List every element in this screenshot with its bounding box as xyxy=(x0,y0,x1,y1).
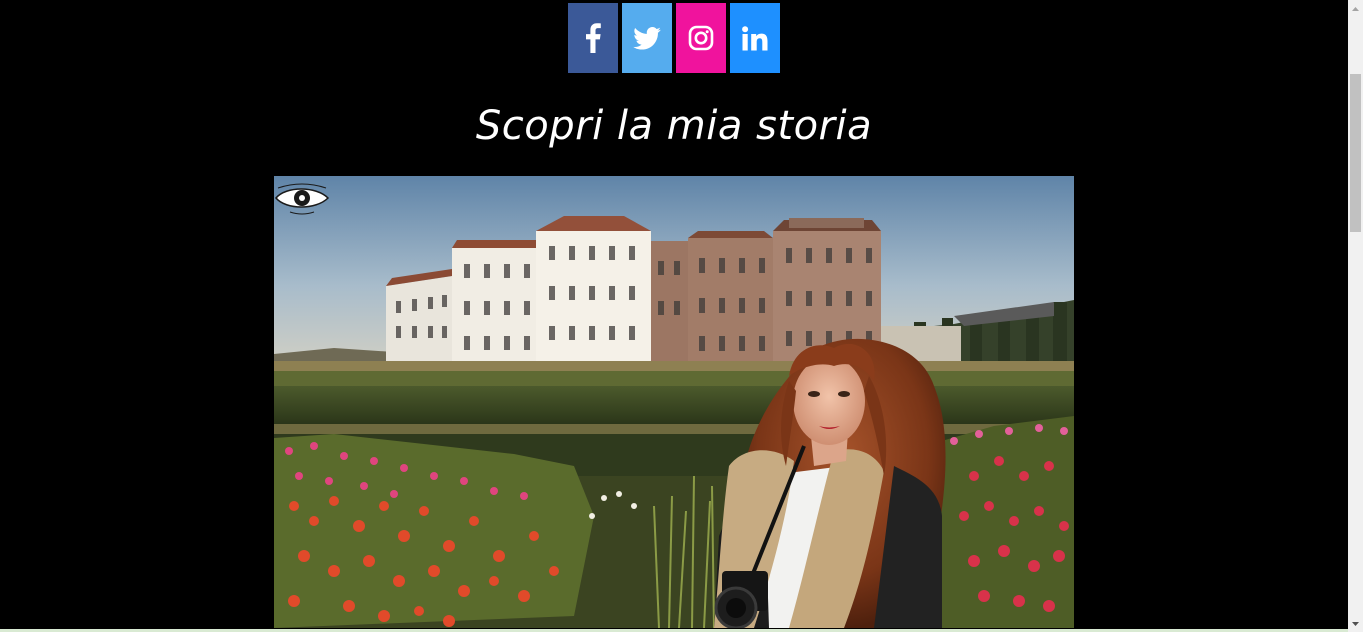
story-photo xyxy=(274,176,1074,628)
section-title: Scopri la mia storia xyxy=(475,103,873,149)
facebook-icon xyxy=(585,23,601,53)
social-links xyxy=(568,3,780,73)
facebook-button[interactable] xyxy=(568,3,618,73)
twitter-button[interactable] xyxy=(622,3,672,73)
instagram-icon xyxy=(688,25,714,51)
page: Scopri la mia storia xyxy=(0,0,1363,632)
linkedin-button[interactable] xyxy=(730,3,780,73)
linkedin-icon xyxy=(742,25,768,51)
scroll-down-icon[interactable] xyxy=(1348,615,1363,632)
instagram-button[interactable] xyxy=(676,3,726,73)
scroll-up-icon[interactable] xyxy=(1348,0,1363,17)
twitter-icon xyxy=(633,26,661,50)
vertical-scrollbar[interactable] xyxy=(1348,0,1363,632)
scrollbar-thumb[interactable] xyxy=(1350,74,1361,232)
